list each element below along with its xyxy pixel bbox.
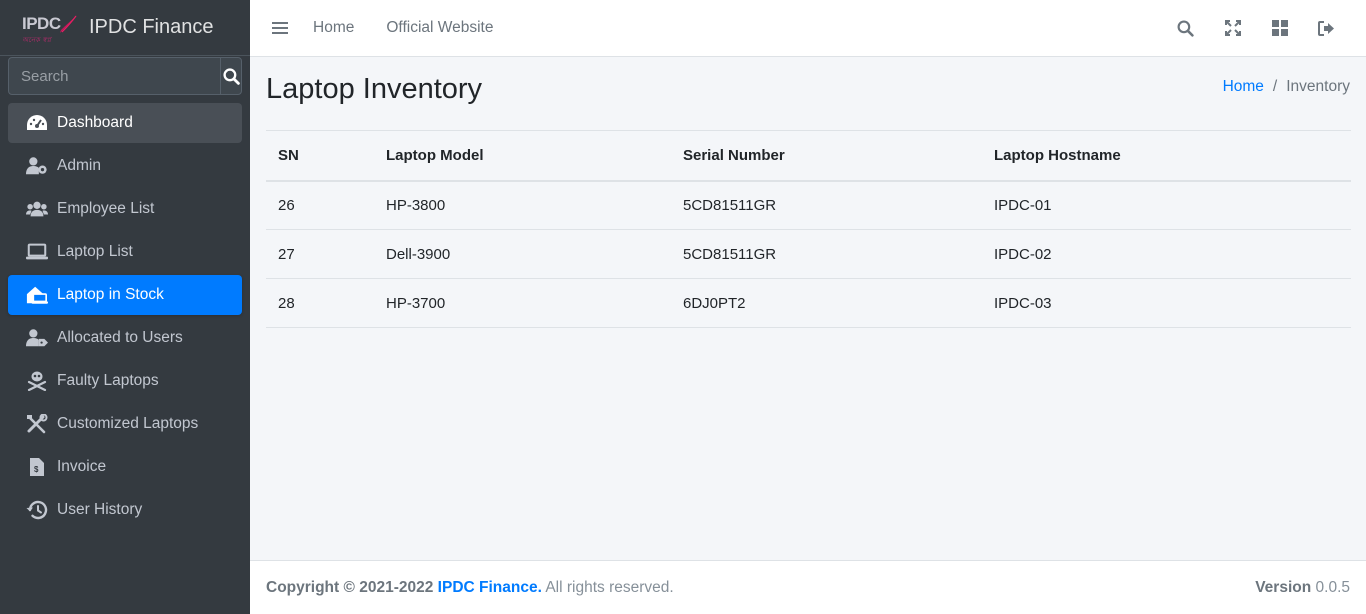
sidebar-search: [8, 57, 242, 95]
table-row: 26 HP-3800 5CD81511GR IPDC-01: [266, 181, 1351, 230]
table-header-row: SN Laptop Model Serial Number Laptop Hos…: [266, 130, 1351, 181]
sidebar-item-user-history[interactable]: User History: [8, 490, 242, 530]
sidebar-item-label: Laptop List: [57, 243, 133, 260]
sidebar-item-allocated-to-users[interactable]: Allocated to Users: [8, 318, 242, 358]
svg-text:$: $: [34, 465, 39, 474]
sidebar-item-label: User History: [57, 501, 143, 518]
copyright-text: Copyright © 2021-2022: [266, 578, 434, 596]
sidebar-item-customized-laptops[interactable]: Customized Laptops: [8, 404, 242, 444]
header-sn: SN: [278, 146, 299, 164]
sidebar-item-dashboard[interactable]: Dashboard: [8, 103, 242, 143]
hamburger-icon: [272, 22, 288, 34]
cell-hostname: IPDC-01: [994, 196, 1052, 214]
cell-laptop-model: HP-3700: [386, 294, 446, 312]
search-icon: [1177, 20, 1194, 37]
fullscreen-icon: [1224, 20, 1241, 36]
top-navbar: Home Official Website: [250, 0, 1366, 57]
version-label: Version: [1255, 578, 1312, 596]
sidebar-item-admin[interactable]: Admin: [8, 146, 242, 186]
search-button[interactable]: [221, 58, 241, 94]
history-icon: [26, 499, 48, 521]
footer-version: Version 0.0.5: [1255, 579, 1350, 597]
logout-button[interactable]: [1303, 20, 1350, 36]
hamburger-menu-button[interactable]: [272, 21, 288, 35]
breadcrumb-separator: /: [1272, 78, 1278, 95]
sidebar-item-label: Customized Laptops: [57, 415, 199, 432]
cell-serial-number: 5CD81511GR: [683, 196, 777, 214]
logo-tagline: অনেক স্বপ্ন: [22, 35, 52, 44]
dashboard-icon: [26, 112, 48, 134]
laptop-icon: [26, 241, 48, 263]
grid-icon: [1271, 20, 1288, 36]
logout-icon: [1318, 20, 1334, 36]
sidebar-item-faulty-laptops[interactable]: Faulty Laptops: [8, 361, 242, 401]
sidebar-item-label: Laptop in Stock: [57, 286, 164, 303]
cell-sn: 28: [278, 294, 295, 312]
footer: Copyright © 2021-2022 IPDC Finance. All …: [250, 560, 1366, 614]
footer-copyright: Copyright © 2021-2022 IPDC Finance. All …: [266, 579, 674, 597]
navbar-home-link[interactable]: Home: [313, 19, 354, 37]
brand-logo: IPDC অনেক স্বপ্ন: [20, 11, 78, 45]
page-title: Laptop Inventory: [266, 73, 483, 105]
breadcrumb-current: Inventory: [1286, 78, 1350, 95]
sidebar-item-label: Employee List: [57, 200, 155, 217]
skull-crossbones-icon: [26, 370, 48, 392]
table-row: 28 HP-3700 6DJ0PT2 IPDC-03: [266, 279, 1351, 328]
cell-hostname: IPDC-02: [994, 245, 1052, 263]
brand-title: IPDC Finance: [89, 16, 214, 38]
header-laptop-hostname: Laptop Hostname: [994, 146, 1121, 164]
sidebar-item-label: Allocated to Users: [57, 329, 183, 346]
cell-serial-number: 5CD81511GR: [683, 245, 777, 263]
fullscreen-button[interactable]: [1209, 20, 1256, 36]
version-number: 0.0.5: [1315, 578, 1350, 596]
user-gear-icon: [26, 155, 48, 177]
cell-sn: 26: [278, 196, 295, 214]
search-input[interactable]: [9, 58, 221, 94]
inventory-table: SN Laptop Model Serial Number Laptop Hos…: [266, 130, 1351, 328]
cell-laptop-model: Dell-3900: [386, 245, 451, 263]
breadcrumb-home-link[interactable]: Home: [1223, 78, 1264, 96]
sidebar-item-laptop-list[interactable]: Laptop List: [8, 232, 242, 272]
table-row: 27 Dell-3900 5CD81511GR IPDC-02: [266, 230, 1351, 279]
invoice-file-icon: $: [26, 456, 48, 478]
sidebar-item-label: Dashboard: [57, 114, 133, 131]
sidebar: IPDC অনেক স্বপ্ন IPDC Finance Dashboard: [0, 0, 250, 614]
sidebar-item-label: Faulty Laptops: [57, 372, 159, 389]
main-content: Laptop Inventory Home / Inventory SN Lap…: [250, 57, 1366, 560]
cell-hostname: IPDC-03: [994, 294, 1052, 312]
brand-link[interactable]: IPDC অনেক স্বপ্ন IPDC Finance: [0, 0, 250, 56]
search-icon: [222, 67, 240, 85]
users-icon: [26, 198, 48, 220]
sidebar-item-label: Admin: [57, 157, 101, 174]
sidebar-item-label: Invoice: [57, 458, 107, 475]
sidebar-item-employee-list[interactable]: Employee List: [8, 189, 242, 229]
navbar-search-button[interactable]: [1162, 20, 1209, 37]
cell-laptop-model: HP-3800: [386, 196, 446, 214]
grid-view-button[interactable]: [1256, 20, 1303, 36]
warehouse-laptop-icon: [26, 284, 48, 306]
user-tag-icon: [26, 327, 48, 349]
header-laptop-model: Laptop Model: [386, 146, 484, 164]
navbar-official-website-link[interactable]: Official Website: [386, 19, 493, 37]
breadcrumb: Home / Inventory: [1223, 78, 1350, 96]
footer-rights: All rights reserved.: [545, 578, 674, 596]
cell-sn: 27: [278, 245, 295, 263]
tools-icon: [26, 413, 48, 435]
cell-serial-number: 6DJ0PT2: [683, 294, 746, 312]
sidebar-nav: Dashboard Admin Employee List Laptop Lis…: [0, 103, 250, 530]
header-serial-number: Serial Number: [683, 146, 785, 164]
sidebar-item-invoice[interactable]: $ Invoice: [8, 447, 242, 487]
footer-company-link[interactable]: IPDC Finance.: [438, 579, 542, 596]
sidebar-item-laptop-in-stock[interactable]: Laptop in Stock: [8, 275, 242, 315]
